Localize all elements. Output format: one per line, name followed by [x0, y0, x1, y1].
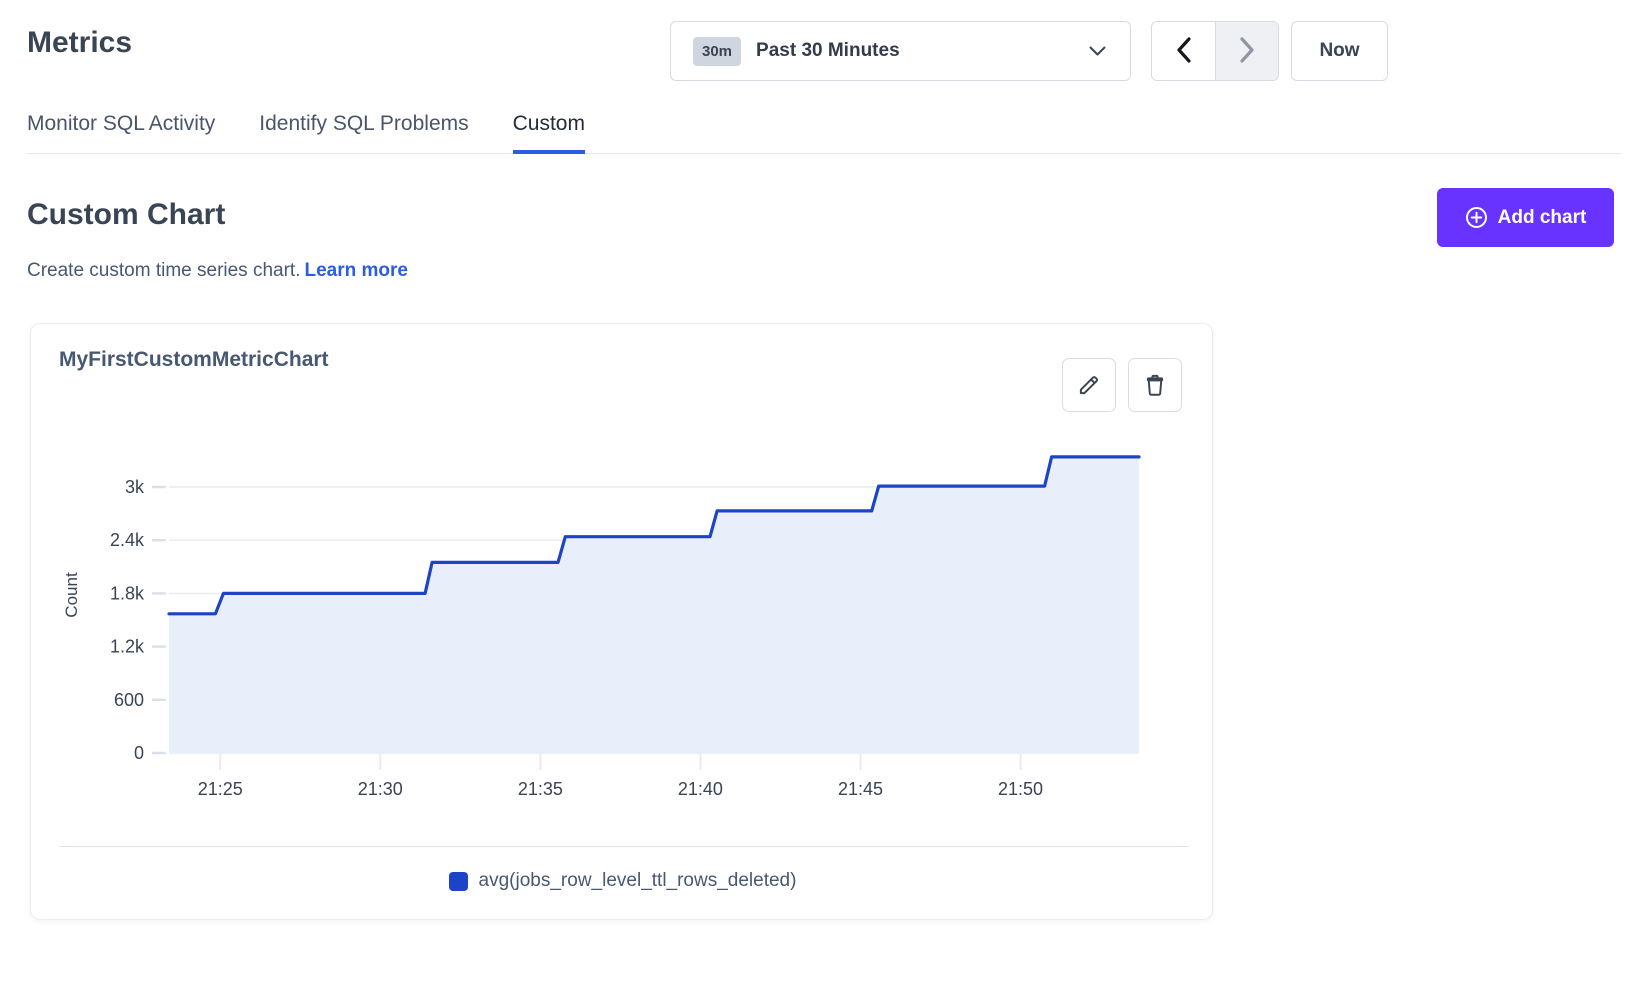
y-tick-label: 1.8k	[110, 583, 145, 603]
next-range-button[interactable]	[1215, 22, 1278, 80]
card-divider	[59, 846, 1189, 847]
tab-custom[interactable]: Custom	[513, 112, 585, 153]
series-area	[169, 457, 1139, 753]
add-chart-label: Add chart	[1498, 207, 1587, 229]
chevron-left-icon	[1176, 37, 1192, 66]
learn-more-link[interactable]: Learn more	[304, 260, 407, 281]
pencil-icon	[1076, 372, 1102, 398]
tab-bar: Monitor SQL Activity Identify SQL Proble…	[27, 112, 1622, 154]
time-range-nav	[1151, 21, 1279, 81]
now-button[interactable]: Now	[1291, 21, 1388, 81]
section-subtitle-text: Create custom time series chart.	[27, 260, 300, 281]
y-tick-label: 0	[134, 743, 144, 763]
x-tick-label: 21:25	[198, 779, 243, 799]
chart-title: MyFirstCustomMetricChart	[59, 348, 329, 372]
time-range-dropdown[interactable]: 30m Past 30 Minutes	[670, 21, 1131, 81]
plus-circle-icon	[1465, 206, 1488, 229]
section-title: Custom Chart	[27, 198, 225, 232]
x-tick-label: 21:40	[678, 779, 723, 799]
x-tick-label: 21:45	[838, 779, 883, 799]
legend-label: avg(jobs_row_level_ttl_rows_deleted)	[479, 870, 797, 892]
custom-chart-card: MyFirstCustomMetricChart 0 600 1.2k 1.8k 2.4…	[30, 323, 1213, 920]
edit-chart-button[interactable]	[1062, 358, 1116, 412]
custom-chart-svg[interactable]: 0 600 1.2k 1.8k 2.4k 3k 21:25 21:30 21:35 21:40 21…	[31, 424, 1214, 824]
legend-swatch	[449, 872, 468, 891]
page-title: Metrics	[27, 26, 132, 60]
delete-chart-button[interactable]	[1128, 358, 1182, 412]
y-tick-label: 2.4k	[110, 530, 145, 550]
tab-monitor-sql-activity[interactable]: Monitor SQL Activity	[27, 112, 215, 153]
y-tick-label: 600	[114, 690, 144, 710]
prev-range-button[interactable]	[1152, 22, 1215, 80]
section-subtitle: Create custom time series chart.Learn mo…	[27, 260, 408, 282]
chevron-down-icon	[1089, 46, 1106, 57]
x-tick-label: 21:50	[998, 779, 1043, 799]
time-range-badge: 30m	[693, 37, 741, 66]
trash-icon	[1142, 372, 1168, 398]
chevron-right-icon	[1239, 37, 1255, 66]
y-axis-title: Count	[62, 572, 81, 618]
chart-legend: avg(jobs_row_level_ttl_rows_deleted)	[31, 870, 1214, 892]
tab-identify-sql-problems[interactable]: Identify SQL Problems	[259, 112, 468, 153]
x-tick-label: 21:35	[518, 779, 563, 799]
y-tick-label: 1.2k	[110, 637, 145, 657]
time-range-label: Past 30 Minutes	[756, 40, 900, 62]
x-tick-label: 21:30	[358, 779, 403, 799]
add-chart-button[interactable]: Add chart	[1437, 188, 1614, 247]
y-tick-label: 3k	[125, 477, 145, 497]
